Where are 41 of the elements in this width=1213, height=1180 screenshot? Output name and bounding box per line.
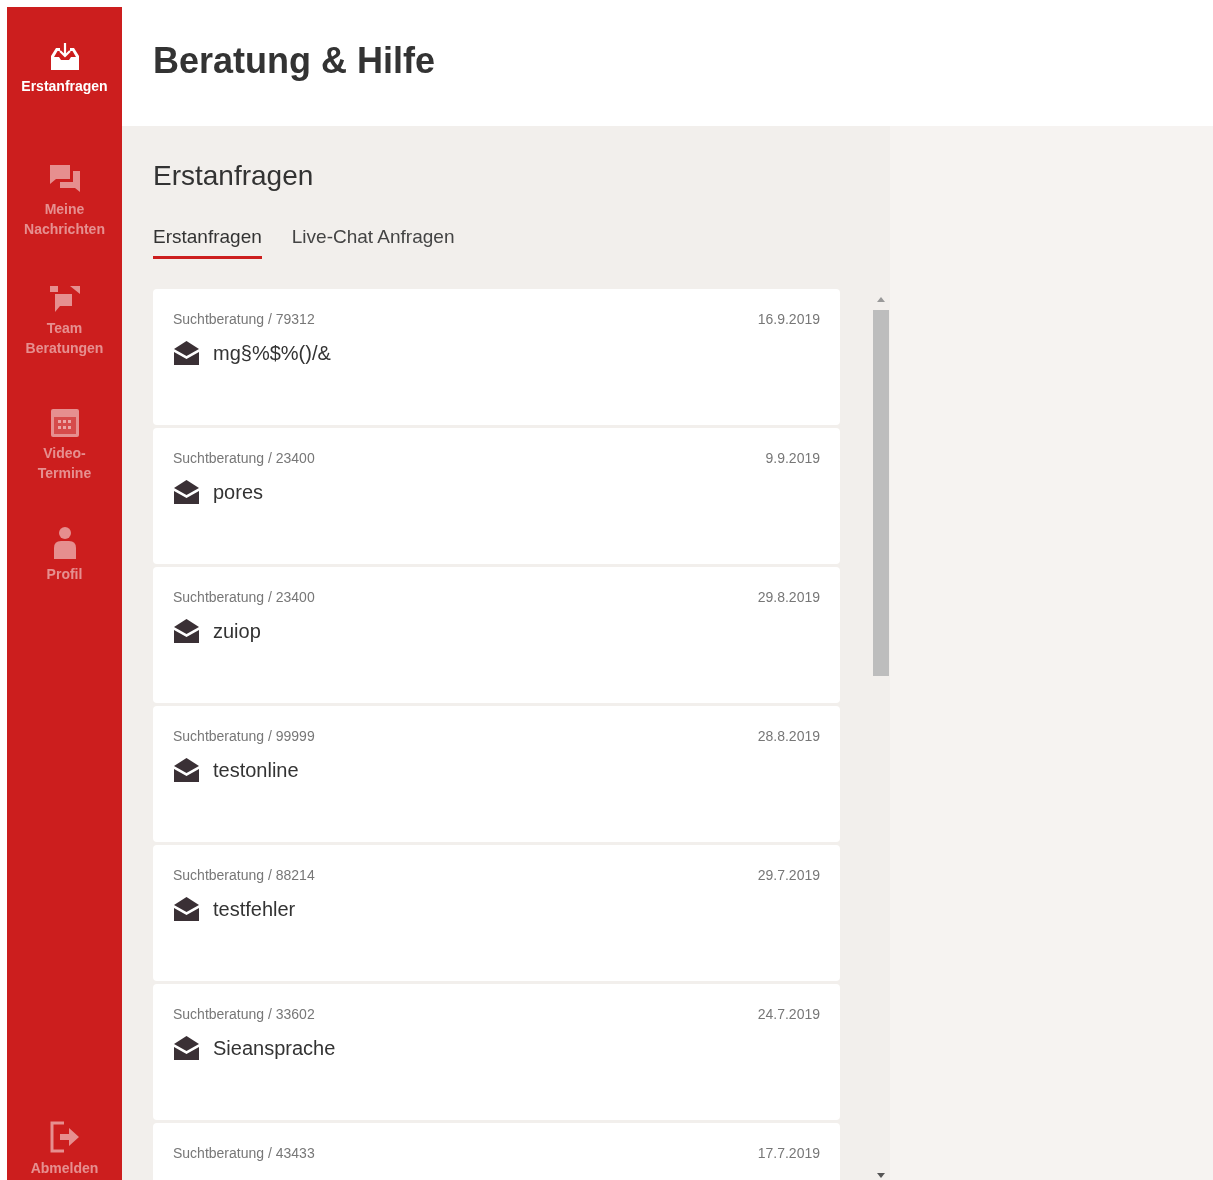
open-envelope-icon (173, 758, 200, 782)
request-date: 24.7.2019 (757, 1006, 820, 1022)
request-topic: Suchtberatung / 43433 (173, 1145, 315, 1161)
request-date: 16.9.2019 (757, 311, 820, 327)
open-envelope-icon (173, 341, 200, 365)
request-card[interactable]: Suchtberatung / 79312 16.9.2019 mg§%$%()/& (153, 289, 840, 425)
request-card[interactable]: Suchtberatung / 43433 17.7.2019 (153, 1123, 840, 1180)
section-title: Erstanfragen (153, 160, 315, 192)
request-topic: Suchtberatung / 23400 (173, 589, 315, 605)
request-topic: Suchtberatung / 33602 (173, 1006, 315, 1022)
request-card[interactable]: Suchtberatung / 88214 29.7.2019 testfehler (153, 845, 840, 981)
chat-bubbles-icon (47, 163, 82, 195)
request-date: 29.7.2019 (757, 867, 820, 883)
request-subject: testonline (213, 758, 299, 782)
request-topic: Suchtberatung / 23400 (173, 450, 315, 466)
open-envelope-icon (173, 897, 200, 921)
request-date: 9.9.2019 (765, 450, 820, 466)
request-subject: Sieansprache (213, 1036, 336, 1060)
request-topic: Suchtberatung / 99999 (173, 728, 315, 744)
request-card[interactable]: Suchtberatung / 23400 29.8.2019 zuiop (153, 567, 840, 703)
page-title: Beratung & Hilfe (153, 40, 436, 83)
request-subject: testfehler (213, 897, 296, 921)
nav-item[interactable]: Erstanfragen (7, 42, 122, 163)
request-topic: Suchtberatung / 88214 (173, 867, 315, 883)
request-date: 29.8.2019 (757, 589, 820, 605)
open-envelope-icon (173, 480, 200, 504)
open-envelope-icon (173, 619, 200, 643)
request-date: 28.8.2019 (757, 728, 820, 744)
request-card[interactable]: Suchtberatung / 33602 24.7.2019 Sieansprache (153, 984, 840, 1120)
request-subject: zuiop (213, 619, 261, 643)
tab[interactable]: Live-Chat Anfragen (291, 226, 455, 259)
person-icon (51, 526, 78, 560)
request-card[interactable]: Suchtberatung / 99999 28.8.2019 testonline (153, 706, 840, 842)
request-subject: pores (213, 480, 264, 504)
request-card[interactable]: Suchtberatung / 23400 9.9.2019 pores (153, 428, 840, 564)
request-subject: mg§%$%()/& (213, 341, 331, 365)
request-topic: Suchtberatung / 79312 (173, 311, 315, 327)
open-envelope-icon (173, 1036, 200, 1060)
request-date: 17.7.2019 (757, 1145, 820, 1161)
team-chat-icon (47, 284, 82, 314)
tab[interactable]: Erstanfragen (153, 226, 262, 259)
